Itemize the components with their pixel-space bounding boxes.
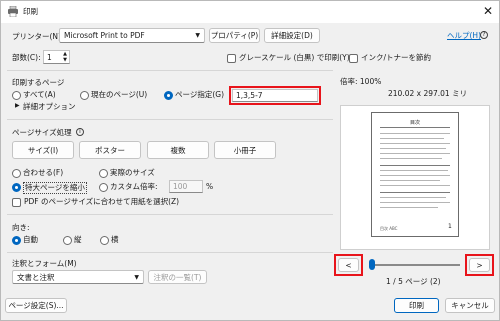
divider bbox=[7, 70, 333, 71]
help-icon[interactable]: ? bbox=[480, 31, 488, 39]
ink-save-checkbox[interactable] bbox=[349, 54, 358, 63]
preview-line bbox=[380, 127, 450, 128]
preview-line bbox=[380, 143, 450, 144]
preview-page-heading: 目次 bbox=[410, 120, 421, 126]
preview-line bbox=[380, 192, 450, 193]
cancel-button[interactable]: キャンセル bbox=[445, 298, 495, 313]
shrink-radio[interactable] bbox=[12, 183, 21, 192]
comments-title: 注釈とフォーム(M) bbox=[12, 259, 77, 268]
close-icon[interactable]: ✕ bbox=[480, 3, 496, 19]
copies-label: 部数(C): bbox=[12, 53, 41, 62]
ink-save-label: インク/トナーを節約 bbox=[361, 53, 432, 62]
actual-size-label: 実際のサイズ bbox=[110, 168, 155, 177]
comments-summary-button[interactable]: 注釈の一覧(T) bbox=[148, 270, 207, 284]
title-bar: 印刷 ✕ bbox=[1, 1, 499, 23]
spinner-icon[interactable]: ▲ ▼ bbox=[63, 51, 67, 63]
page-range-value: 1,3,5-7 bbox=[236, 91, 263, 100]
page-sizing-title: ページサイズ処理 bbox=[12, 128, 72, 137]
custom-scale-label: カスタム倍率: bbox=[110, 182, 158, 191]
tab-poster[interactable]: ポスター bbox=[79, 141, 141, 159]
chevron-down-icon: ▼ bbox=[195, 32, 200, 39]
preview-line bbox=[380, 148, 446, 149]
orientation-auto-label: 自動 bbox=[23, 235, 38, 244]
page-slider-track[interactable] bbox=[372, 264, 460, 266]
page-status: 1 / 5 ページ (2) bbox=[386, 277, 441, 286]
fit-radio[interactable] bbox=[12, 169, 21, 178]
actual-size-radio[interactable] bbox=[99, 169, 108, 178]
preview-line bbox=[380, 202, 450, 203]
preview-line bbox=[380, 180, 440, 181]
tab-size[interactable]: サイズ(I) bbox=[12, 141, 74, 159]
preview-line bbox=[380, 138, 444, 139]
chevron-down-icon: ▼ bbox=[134, 274, 139, 281]
pages-section-title: 印刷するページ bbox=[12, 78, 65, 87]
preview-line bbox=[380, 153, 450, 154]
print-dialog: 印刷 ✕ プリンター(N): Microsoft Print to PDF ▼ … bbox=[0, 0, 500, 321]
page-setup-button[interactable]: ページ設定(S)... bbox=[5, 298, 67, 313]
custom-scale-input[interactable]: 100 bbox=[169, 180, 203, 193]
grayscale-checkbox[interactable] bbox=[227, 54, 236, 63]
preview-footer-text: 目次 ABC bbox=[380, 226, 398, 231]
comments-selected-value: 文書と注釈 bbox=[17, 272, 55, 282]
tab-booklet[interactable]: 小冊子 bbox=[214, 141, 276, 159]
divider bbox=[7, 119, 333, 120]
preview-line bbox=[380, 185, 450, 186]
orientation-landscape-label: 横 bbox=[111, 235, 119, 244]
printer-label: プリンター(N): bbox=[12, 32, 64, 41]
specified-pages-label: ページ指定(G) bbox=[175, 90, 225, 99]
page-range-input[interactable]: 1,3,5-7 bbox=[232, 89, 318, 102]
preview-page: 目次 目次 ABC 1 bbox=[371, 112, 459, 237]
scale-label: 倍率: 100% bbox=[340, 77, 382, 86]
printer-select[interactable]: Microsoft Print to PDF ▼ bbox=[59, 28, 205, 43]
help-link[interactable]: ヘルプ(H) bbox=[447, 31, 481, 41]
percent-label: % bbox=[206, 182, 214, 191]
shrink-label: 特大ページを縮小 bbox=[23, 182, 87, 194]
copies-value: 1 bbox=[47, 52, 52, 62]
preview-line bbox=[380, 197, 446, 198]
comments-select[interactable]: 文書と注釈 ▼ bbox=[12, 270, 144, 284]
preview-line bbox=[380, 133, 450, 134]
orientation-title: 向き: bbox=[12, 223, 30, 232]
printer-app-icon bbox=[8, 6, 18, 17]
orientation-landscape-radio[interactable] bbox=[100, 236, 109, 245]
pdf-paper-checkbox[interactable] bbox=[12, 198, 21, 207]
preview-line bbox=[380, 165, 450, 166]
orientation-auto-radio[interactable] bbox=[12, 236, 21, 245]
advanced-button[interactable]: 詳細設定(D) bbox=[264, 28, 320, 43]
custom-scale-radio[interactable] bbox=[99, 183, 108, 192]
divider bbox=[7, 252, 333, 253]
print-button[interactable]: 印刷 bbox=[394, 298, 439, 313]
printer-selected-value: Microsoft Print to PDF bbox=[64, 31, 145, 40]
info-icon[interactable]: i bbox=[76, 128, 84, 136]
preview-line bbox=[380, 175, 450, 176]
properties-button[interactable]: プロパティ(P) bbox=[209, 28, 260, 43]
more-options-link[interactable]: 詳細オプション bbox=[23, 102, 76, 112]
pdf-paper-label: PDF のページサイズに合わせて用紙を選択(Z) bbox=[24, 197, 180, 206]
all-pages-label: すべて(A) bbox=[23, 90, 56, 99]
window-title: 印刷 bbox=[23, 7, 38, 16]
current-page-radio[interactable] bbox=[80, 91, 89, 100]
copies-input[interactable]: 1 ▲ ▼ bbox=[43, 50, 70, 64]
custom-scale-value: 100 bbox=[173, 182, 188, 191]
all-pages-radio[interactable] bbox=[12, 91, 21, 100]
grayscale-label: グレースケール (白黒) で印刷(Y) bbox=[239, 53, 350, 62]
paper-dimensions: 210.02 x 297.01 ミリ bbox=[388, 89, 468, 98]
specified-pages-radio[interactable] bbox=[164, 91, 173, 100]
orientation-portrait-radio[interactable] bbox=[63, 236, 72, 245]
preview-line bbox=[380, 207, 438, 208]
preview-page-number: 1 bbox=[448, 223, 452, 230]
tab-multiple[interactable]: 複数 bbox=[147, 141, 209, 159]
preview-line bbox=[380, 170, 448, 171]
expand-triangle-icon[interactable]: ▶ bbox=[15, 102, 20, 109]
current-page-label: 現在のページ(U) bbox=[91, 90, 148, 99]
divider bbox=[7, 214, 333, 215]
fit-label: 合わせる(F) bbox=[23, 168, 64, 177]
page-slider-thumb[interactable] bbox=[369, 259, 375, 270]
next-page-button[interactable]: > bbox=[469, 258, 490, 272]
prev-page-button[interactable]: < bbox=[338, 258, 359, 272]
preview-line bbox=[380, 158, 442, 159]
orientation-portrait-label: 縦 bbox=[74, 235, 82, 244]
